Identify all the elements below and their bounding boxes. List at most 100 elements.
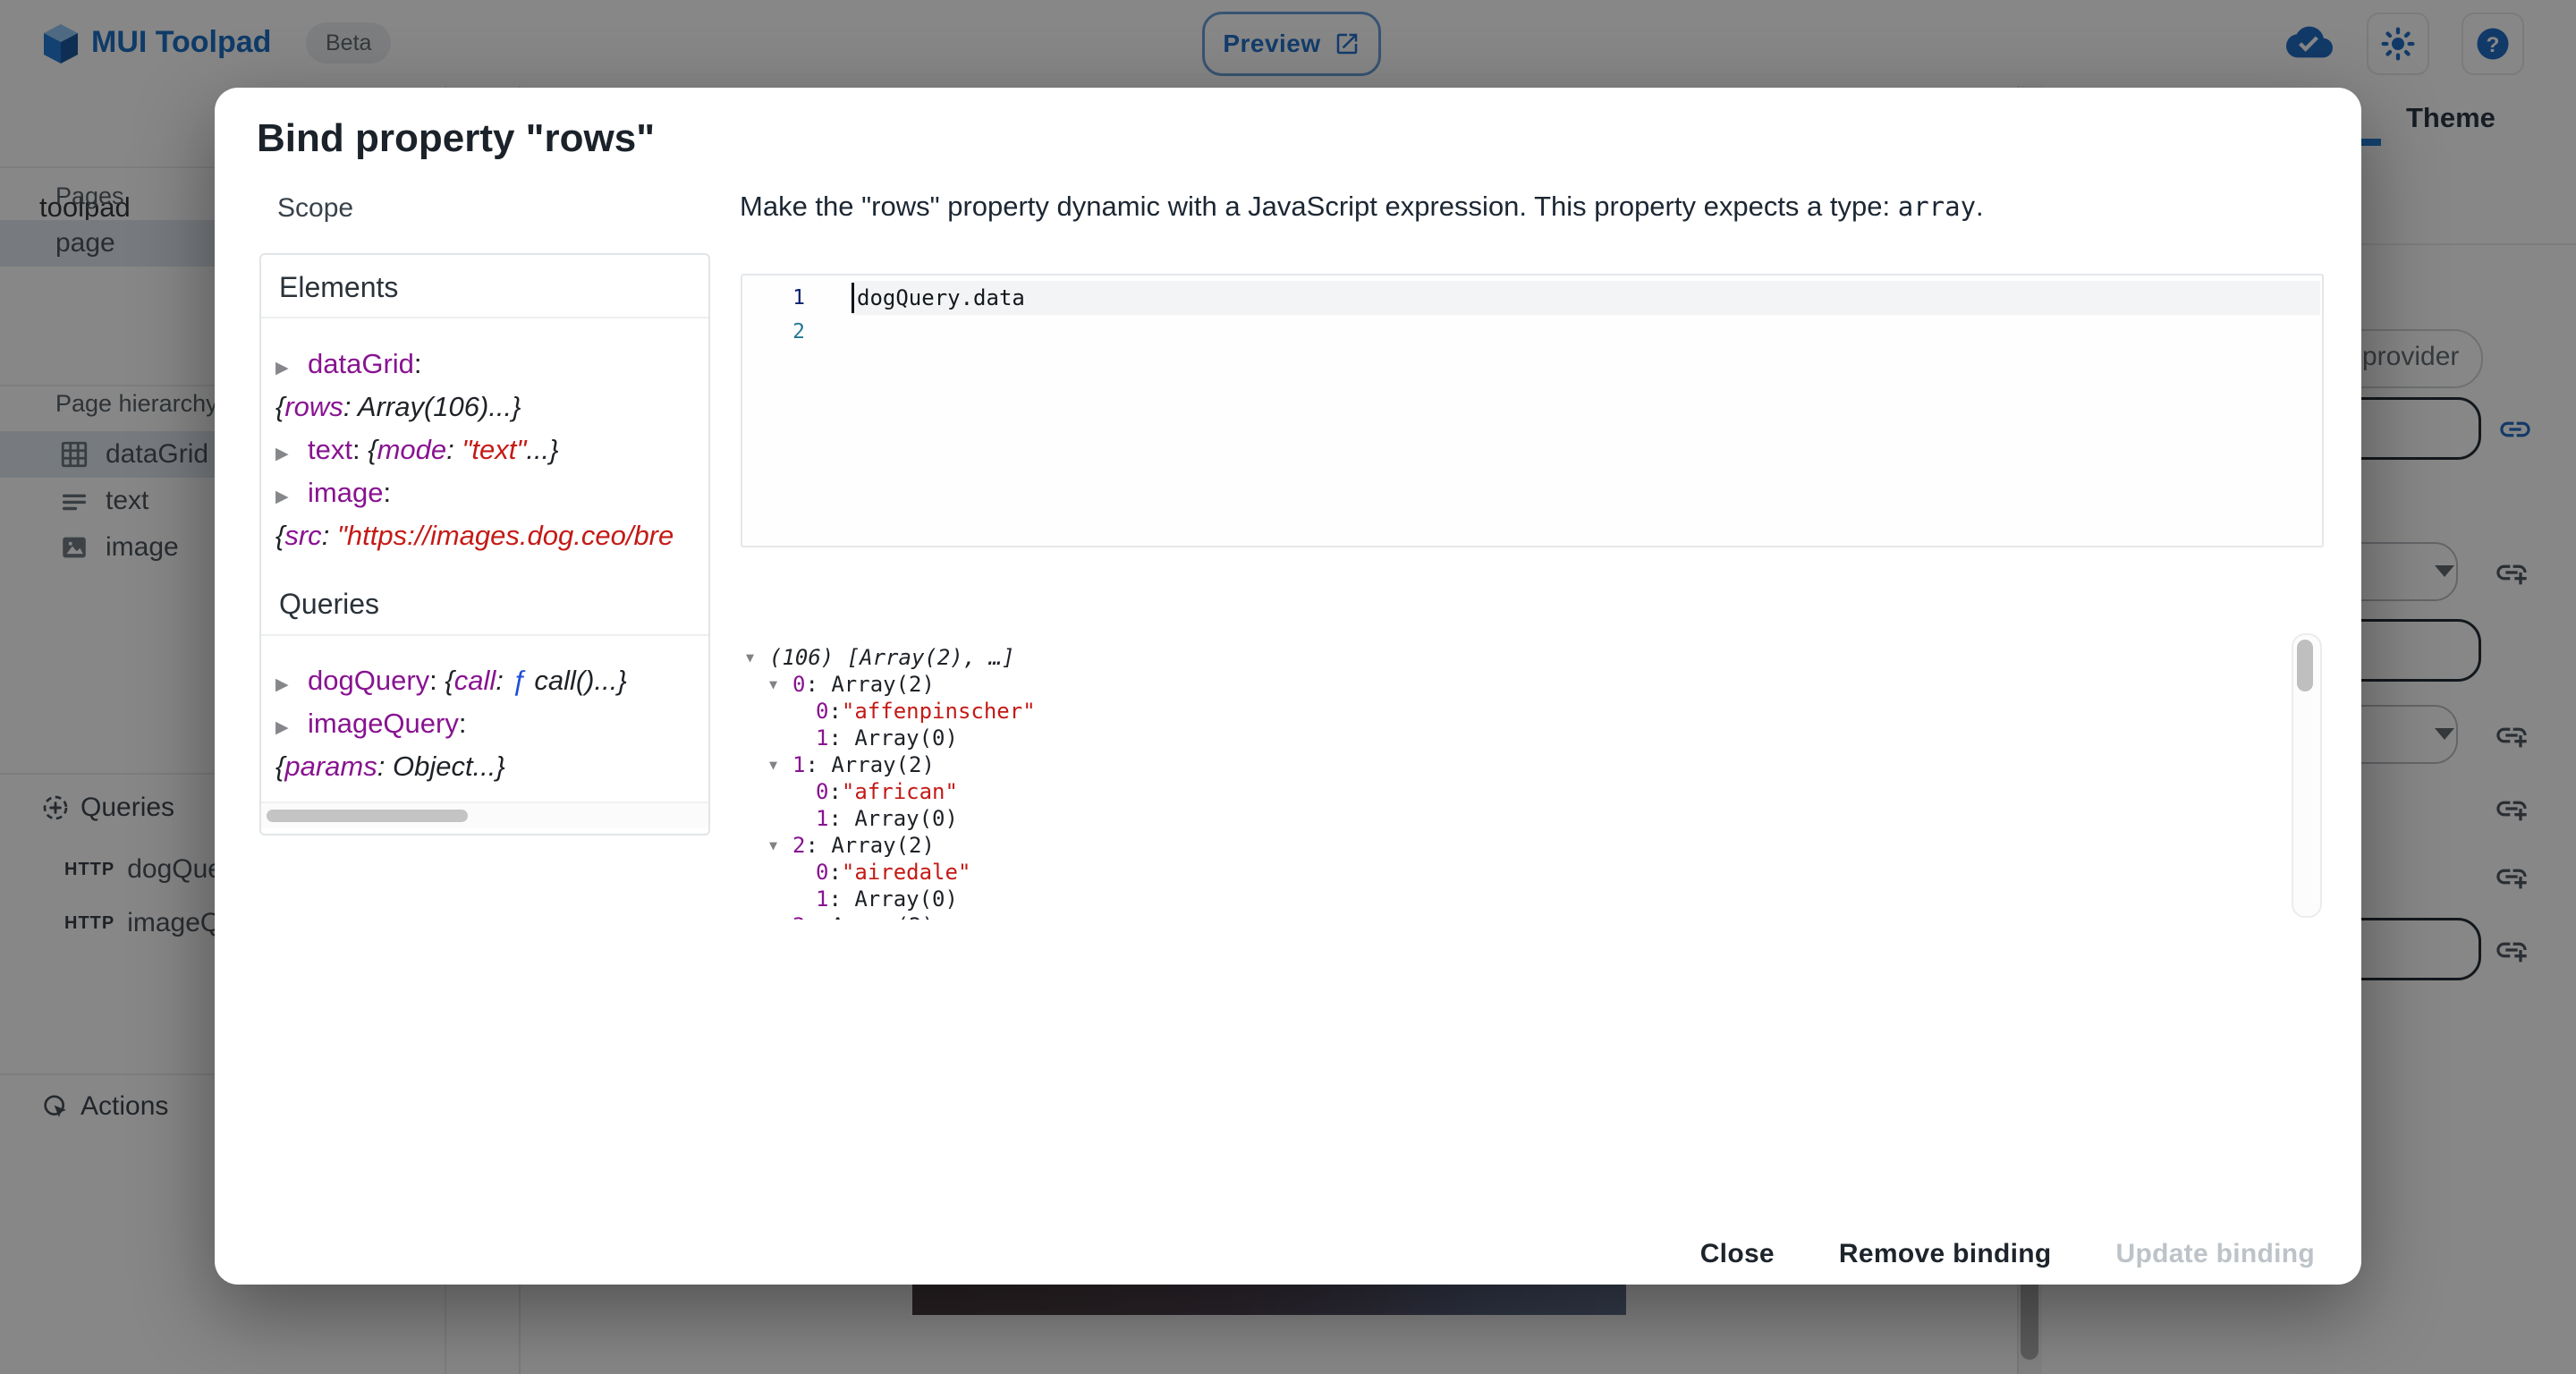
divider <box>261 317 708 318</box>
expected-type-code: array <box>1898 191 1976 222</box>
tree-text-segment: params <box>284 751 377 782</box>
tree-text-segment: : Array(0) <box>828 725 958 751</box>
tree-text-segment: 1 <box>792 751 805 778</box>
scope-label: Scope <box>277 193 353 224</box>
tree-text-segment: : <box>383 477 391 508</box>
dialog-actions: Close Remove binding Update binding <box>1693 1226 2322 1283</box>
tree-text-segment: 0 <box>816 698 828 725</box>
tree-row: ▼3: Array(2) <box>769 912 2293 920</box>
tree-row: 0: "airedale" <box>792 859 2293 886</box>
tree-text-segment: : <box>414 348 422 379</box>
tree-text-segment: 0 <box>816 859 828 886</box>
tree-text-segment: 0 <box>816 778 828 805</box>
tree-text-segment: : <box>459 708 467 739</box>
tree-text-segment: call()...} <box>534 665 626 696</box>
tree-row: ▶dogQuery: {call: ƒ call()...} <box>275 659 708 702</box>
tree-row: 1: Array(0) <box>792 725 2293 751</box>
tree-text-segment: : <box>496 665 511 696</box>
elements-scope-tree: ▶dataGrid:{rows: Array(106)...}▶text: {m… <box>275 343 708 557</box>
tree-text-segment: : Array(0) <box>828 886 958 912</box>
editor-code-line: dogQuery.data <box>857 281 1025 315</box>
tree-row: ▼0: Array(2) <box>769 671 2293 698</box>
tree-text-segment: ...} <box>526 434 558 465</box>
tree-text-segment: (106) [Array(2), …] <box>769 644 1015 671</box>
tree-text-segment: image <box>308 477 383 508</box>
tree-text-segment: text <box>308 434 352 465</box>
tree-row: ▶imageQuery: <box>275 702 708 745</box>
tree-expand-icon[interactable]: ▶ <box>275 347 308 390</box>
description-text: . <box>1976 191 1984 222</box>
scope-scrollbar-thumb[interactable] <box>267 810 468 822</box>
tree-text-segment: 3 <box>792 912 805 920</box>
scope-horizontal-scrollbar[interactable] <box>261 802 708 828</box>
tree-row: {params: Object...} <box>275 745 708 788</box>
tree-text-segment: : <box>828 778 841 805</box>
tree-text-segment: dogQuery <box>308 665 429 696</box>
tree-row: ▶image: <box>275 471 708 514</box>
tree-row: 0: "affenpinscher" <box>792 698 2293 725</box>
tree-text-segment: 2 <box>792 832 805 859</box>
tree-row: ▼2: Array(2) <box>769 832 2293 859</box>
tree-text-segment: ƒ <box>511 665 534 696</box>
tree-text-segment: "affenpinscher" <box>842 698 1036 725</box>
tree-expand-icon[interactable]: ▶ <box>275 433 308 476</box>
dialog-description: Make the "rows" property dynamic with a … <box>740 188 2341 225</box>
tree-text-segment: : <box>828 698 841 725</box>
editor-active-line <box>852 281 2320 315</box>
result-object-tree: ▼(106) [Array(2), …]▼0: Array(2)0: "affe… <box>746 635 2293 920</box>
tree-expand-icon[interactable]: ▼ <box>769 751 792 778</box>
queries-scope-tree: ▶dogQuery: {call: ƒ call()...}▶imageQuer… <box>275 659 708 788</box>
close-button[interactable]: Close <box>1693 1226 1782 1283</box>
tree-text-segment: "african" <box>842 778 958 805</box>
divider <box>261 634 708 636</box>
tree-text-segment: call <box>454 665 496 696</box>
tree-text-segment: : Array(0) <box>828 805 958 832</box>
tree-expand-icon[interactable]: ▼ <box>769 671 792 698</box>
tree-text-segment: { <box>275 520 284 551</box>
tree-text-segment: : <box>429 665 445 696</box>
dialog-title: Bind property "rows" <box>257 116 655 161</box>
tree-text-segment: mode <box>377 434 447 465</box>
tree-text-segment: { <box>368 434 377 465</box>
tree-text-segment: 0 <box>792 671 805 698</box>
tree-text-segment: : <box>828 859 841 886</box>
tree-text-segment: { <box>275 751 284 782</box>
tree-text-segment: "text" <box>462 434 526 465</box>
tree-expand-icon[interactable]: ▶ <box>275 707 308 750</box>
tree-expand-icon[interactable]: ▼ <box>769 832 792 859</box>
tree-row: {src: "https://images.dog.ceo/bre <box>275 514 708 557</box>
scope-panel: Elements ▶dataGrid:{rows: Array(106)...}… <box>259 253 710 835</box>
tree-text-segment: : Array(106)...} <box>343 391 521 422</box>
bind-property-dialog: Bind property "rows" Scope Elements ▶dat… <box>215 88 2361 1285</box>
tree-expand-icon[interactable]: ▼ <box>769 912 792 920</box>
remove-binding-button[interactable]: Remove binding <box>1832 1226 2059 1283</box>
tree-expand-icon[interactable]: ▶ <box>275 476 308 519</box>
tree-expand-icon[interactable]: ▼ <box>746 644 769 671</box>
tree-text-segment: : <box>322 520 337 551</box>
tree-text-segment: "airedale" <box>842 859 971 886</box>
tree-text-segment: 1 <box>816 725 828 751</box>
app-window: MUI Toolpad Beta Preview <box>0 0 2576 1374</box>
line-number: 2 <box>742 315 805 349</box>
output-scrollbar-thumb[interactable] <box>2297 640 2313 691</box>
tree-row: ▼1: Array(2) <box>769 751 2293 778</box>
tree-text-segment: : Array(2) <box>805 751 935 778</box>
code-editor[interactable]: 1 2 dogQuery.data <box>741 274 2324 547</box>
queries-header: Queries <box>279 588 379 621</box>
tree-text-segment: : Array(2) <box>805 912 935 920</box>
text-cursor <box>852 283 854 313</box>
output-scrollbar[interactable] <box>2292 633 2322 918</box>
tree-text-segment: imageQuery <box>308 708 459 739</box>
update-binding-button[interactable]: Update binding <box>2108 1226 2322 1283</box>
tree-text-segment: : Object...} <box>377 751 505 782</box>
line-number: 1 <box>742 281 805 315</box>
tree-text-segment: src <box>284 520 321 551</box>
tree-expand-icon[interactable]: ▶ <box>275 664 308 707</box>
tree-text-segment: : Array(2) <box>805 832 935 859</box>
tree-row: 1: Array(0) <box>792 805 2293 832</box>
tree-text-segment: : <box>446 434 462 465</box>
tree-row: 1: Array(0) <box>792 886 2293 912</box>
tree-text-segment: rows <box>284 391 343 422</box>
tree-text-segment: : <box>352 434 368 465</box>
tree-text-segment: 1 <box>816 805 828 832</box>
